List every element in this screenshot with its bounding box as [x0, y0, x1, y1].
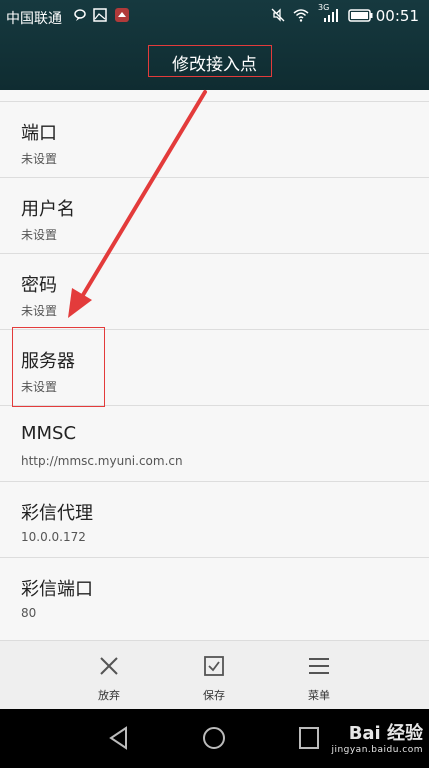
menu-button[interactable]: 菜单: [279, 655, 359, 703]
menu-icon: [309, 658, 329, 674]
watermark-brand: Bai 经验: [348, 723, 423, 744]
discard-button[interactable]: 放弃: [69, 655, 149, 703]
home-icon[interactable]: [202, 726, 226, 750]
checkbox-icon: [204, 656, 224, 676]
discard-label: 放弃: [98, 689, 120, 702]
bottom-toolbar: 放弃 保存 菜单: [0, 640, 429, 710]
watermark-url: jingyan.baidu.com: [331, 745, 423, 755]
system-nav-bar: Bai 经验 jingyan.baidu.com: [0, 709, 429, 768]
watermark: Bai 经验 jingyan.baidu.com: [331, 719, 423, 755]
menu-label: 菜单: [308, 689, 330, 702]
save-label: 保存: [203, 689, 225, 702]
back-icon[interactable]: [108, 726, 130, 750]
recents-icon[interactable]: [298, 726, 320, 750]
save-button[interactable]: 保存: [174, 655, 254, 703]
close-icon: [100, 657, 118, 675]
